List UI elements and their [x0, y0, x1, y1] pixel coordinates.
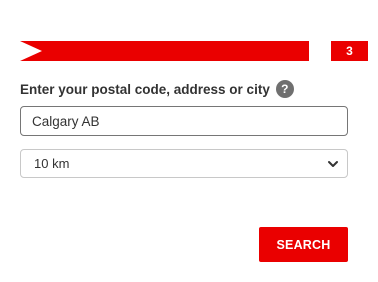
step-banner: 3 — [20, 41, 368, 61]
step-progress-bar — [20, 41, 309, 61]
chevron-down-icon — [328, 161, 338, 167]
location-label-row: Enter your postal code, address or city … — [20, 80, 294, 98]
step-number-badge: 3 — [331, 41, 368, 61]
distance-select[interactable]: 10 km — [20, 149, 348, 178]
distance-selected-value: 10 km — [34, 156, 70, 171]
search-button[interactable]: SEARCH — [259, 227, 348, 262]
location-field-label: Enter your postal code, address or city — [20, 81, 270, 97]
store-locator-form: 3 Enter your postal code, address or cit… — [0, 0, 378, 282]
question-mark-icon[interactable]: ? — [275, 80, 294, 98]
arrow-notch-icon — [20, 41, 42, 61]
location-search-input[interactable] — [20, 106, 348, 136]
